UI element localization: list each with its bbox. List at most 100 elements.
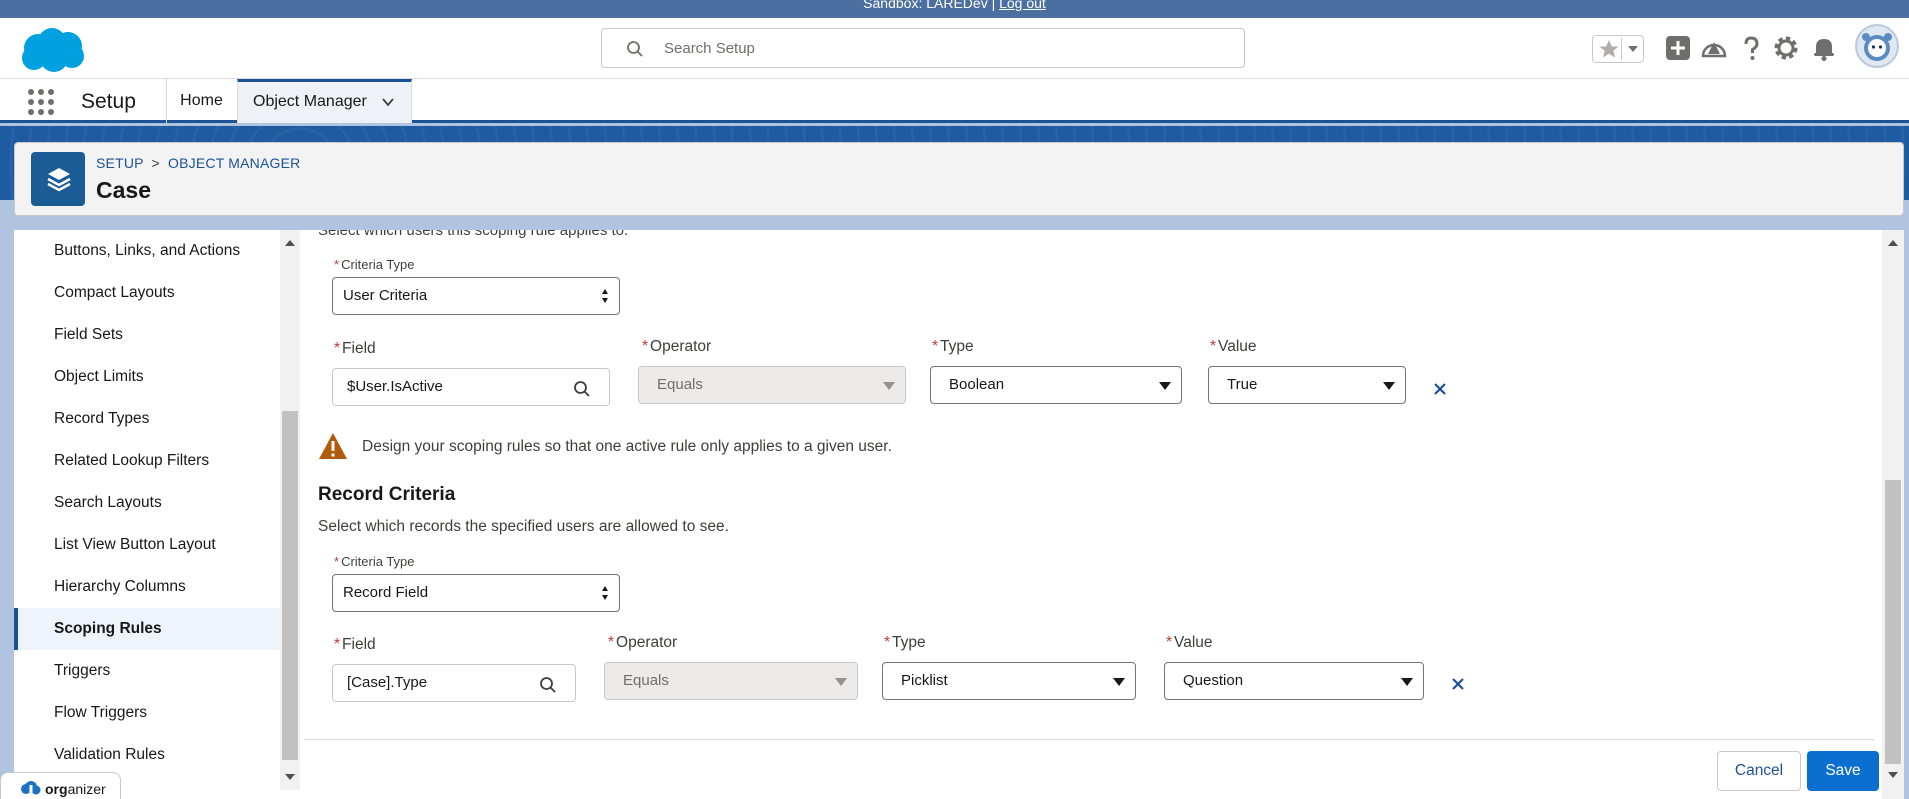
type-label: * Type — [884, 634, 926, 651]
save-button[interactable]: Save — [1807, 751, 1879, 791]
organizer-label: organizer — [45, 781, 106, 797]
user-field-input[interactable]: $User.IsActive — [332, 368, 610, 406]
record-field-input[interactable]: [Case].Type — [332, 664, 576, 702]
sidebar-item-related-lookup-filters[interactable]: Related Lookup Filters — [14, 440, 280, 482]
field-label: * Field — [334, 340, 376, 357]
form-body: Select which users this scoping rule app… — [304, 230, 1874, 739]
search-icon[interactable] — [539, 676, 557, 694]
user-value-select[interactable]: True — [1208, 366, 1406, 404]
sandbox-bar: Sandbox: LAREDev | Log out — [0, 0, 1909, 18]
content-scrollbar[interactable] — [1882, 230, 1904, 799]
global-header — [0, 18, 1909, 79]
record-type-select[interactable]: Picklist — [882, 662, 1136, 700]
search-input[interactable] — [664, 35, 1224, 61]
sidebar-item-triggers[interactable]: Triggers — [14, 650, 280, 692]
cancel-button[interactable]: Cancel — [1717, 751, 1801, 791]
up-down-arrows-icon — [602, 289, 608, 303]
record-criteria-description: Select which records the specified users… — [318, 518, 729, 535]
record-criteria-type-select[interactable]: Record Field — [332, 574, 620, 612]
sidebar-item-record-types[interactable]: Record Types — [14, 398, 280, 440]
search-setup-box[interactable] — [601, 28, 1245, 68]
sidebar-item-hierarchy-columns[interactable]: Hierarchy Columns — [14, 566, 280, 608]
page-header: SETUP > OBJECT MANAGER Case — [14, 142, 1904, 216]
astro-avatar-icon — [1862, 33, 1892, 61]
remove-record-criteria-icon[interactable] — [1450, 676, 1466, 692]
search-icon[interactable] — [573, 380, 591, 398]
app-name: Setup — [81, 90, 136, 113]
app-launcher-icon[interactable] — [28, 89, 54, 115]
plus-icon[interactable] — [1664, 34, 1692, 62]
gear-icon[interactable] — [1772, 34, 1800, 62]
value-label: * Value — [1166, 634, 1213, 651]
sidebar-item-compact-layouts[interactable]: Compact Layouts — [14, 272, 280, 314]
sidebar-item-list-view-button-layout[interactable]: List View Button Layout — [14, 524, 280, 566]
user-operator-select: Equals — [638, 366, 906, 404]
tab-object-manager-label: Object Manager — [253, 93, 367, 110]
chevron-down-icon[interactable] — [381, 95, 395, 109]
chevron-down-icon — [835, 678, 847, 686]
favorites-group[interactable] — [1592, 35, 1644, 63]
scroll-up-icon[interactable] — [1883, 234, 1903, 252]
chevron-down-icon — [1401, 678, 1413, 686]
sidebar-item-flow-triggers[interactable]: Flow Triggers — [14, 692, 280, 734]
scroll-up-icon[interactable] — [280, 234, 300, 252]
chevron-down-icon — [883, 382, 895, 390]
chevron-down-icon — [1159, 382, 1171, 390]
organizer-extension-tab[interactable]: organizer — [0, 772, 121, 799]
sidebar-item-buttons-links-actions[interactable]: Buttons, Links, and Actions — [14, 230, 280, 272]
up-down-arrows-icon — [602, 586, 608, 600]
chevron-down-icon — [1383, 382, 1395, 390]
help-icon[interactable] — [1737, 34, 1765, 62]
main-panel: Buttons, Links, and Actions Compact Layo… — [14, 230, 1904, 799]
sidebar-item-field-sets[interactable]: Field Sets — [14, 314, 280, 356]
sidebar-item-validation-rules[interactable]: Validation Rules — [14, 734, 280, 776]
chevron-down-icon — [1113, 678, 1125, 686]
sidebar-scroll-thumb[interactable] — [282, 411, 298, 760]
sidebar-item-scoping-rules[interactable]: Scoping Rules — [14, 608, 280, 650]
breadcrumb: SETUP > OBJECT MANAGER — [96, 155, 300, 171]
salesforce-logo[interactable] — [18, 26, 88, 74]
footer-divider — [304, 739, 1874, 740]
criteria-type-label: * Criteria Type — [334, 554, 415, 569]
breadcrumb-setup[interactable]: SETUP — [96, 155, 143, 171]
sidebar-scrollbar[interactable] — [280, 230, 300, 790]
avatar[interactable] — [1855, 24, 1899, 68]
layers-icon — [47, 168, 71, 192]
cloud-icon — [21, 781, 41, 795]
scroll-down-icon[interactable] — [280, 768, 300, 786]
page-title: Case — [96, 177, 151, 203]
field-label: * Field — [334, 636, 376, 653]
user-criteria-description: Select which users this scoping rule app… — [318, 230, 629, 239]
divider — [1621, 38, 1622, 60]
chevron-down-icon[interactable] — [1625, 40, 1641, 58]
sandbox-label: Sandbox: LAREDev | — [863, 0, 996, 11]
warning-text: Design your scoping rules so that one ac… — [362, 438, 892, 455]
content-scroll-thumb[interactable] — [1885, 480, 1901, 764]
bell-icon[interactable] — [1810, 34, 1838, 62]
user-type-select[interactable]: Boolean — [930, 366, 1182, 404]
warning-icon — [319, 433, 347, 459]
breadcrumb-separator: > — [151, 155, 160, 171]
record-value-select[interactable]: Question — [1164, 662, 1424, 700]
user-criteria-type-select[interactable]: User Criteria — [332, 277, 620, 315]
value-label: * Value — [1210, 338, 1257, 355]
tab-object-manager[interactable]: Object Manager — [237, 79, 412, 123]
trailhead-icon[interactable] — [1700, 34, 1728, 62]
record-criteria-title: Record Criteria — [318, 484, 456, 505]
object-icon — [31, 152, 85, 206]
sidebar-item-object-limits[interactable]: Object Limits — [14, 356, 280, 398]
remove-user-criteria-icon[interactable] — [1432, 381, 1448, 397]
operator-label: * Operator — [642, 338, 712, 355]
breadcrumb-object-manager[interactable]: OBJECT MANAGER — [168, 155, 300, 171]
record-operator-select: Equals — [604, 662, 858, 700]
sidebar-item-search-layouts[interactable]: Search Layouts — [14, 482, 280, 524]
tab-home[interactable]: Home — [166, 79, 236, 123]
criteria-type-label: * Criteria Type — [334, 257, 415, 272]
logout-link[interactable]: Log out — [999, 0, 1046, 11]
scroll-down-icon[interactable] — [1883, 766, 1903, 784]
type-label: * Type — [932, 338, 974, 355]
scoping-rule-form: Select which users this scoping rule app… — [304, 230, 1879, 799]
star-icon[interactable] — [1598, 39, 1620, 59]
search-icon — [627, 41, 643, 57]
nav-bar: Setup Home Object Manager — [0, 79, 1909, 123]
